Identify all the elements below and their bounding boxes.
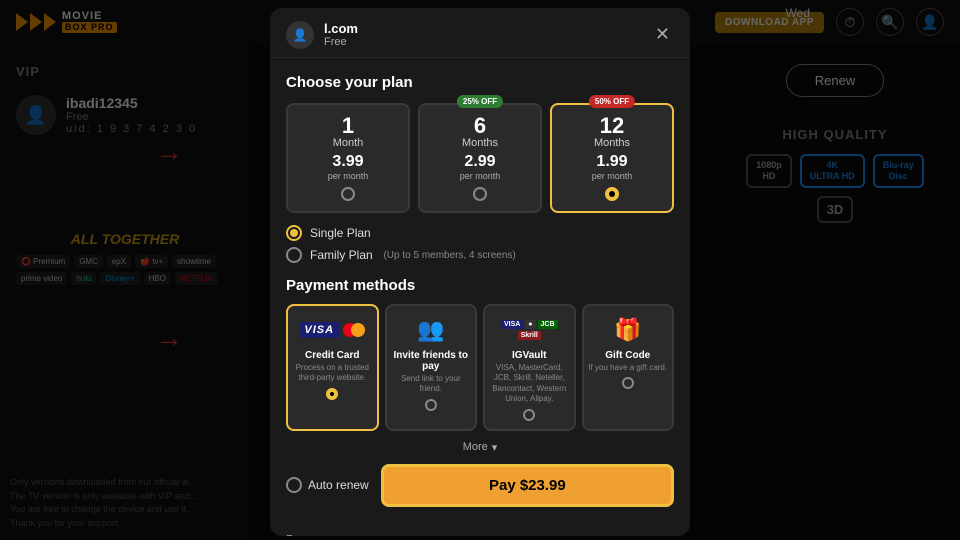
credit-card-desc: Process on a trusted third-party website… <box>292 363 373 384</box>
plan-1-number: 1 <box>294 115 402 137</box>
plan-1-price: 3.99 <box>294 153 402 171</box>
plan-1-unit: Month <box>294 137 402 149</box>
single-plan-option[interactable]: Single Plan <box>286 225 674 241</box>
mastercard-logo <box>343 323 365 337</box>
credit-card-icon: VISA <box>292 314 373 346</box>
gift-code-icon: 🎁 <box>588 314 669 346</box>
more-button[interactable]: More ▾ <box>286 441 674 454</box>
plan-3-number: 12 <box>558 115 666 137</box>
more-chevron-icon: ▾ <box>492 441 498 454</box>
payment-igvault[interactable]: VISA ● JCB Skrill IGVault VISA, MasterCa… <box>483 304 576 431</box>
plan-card-12months[interactable]: 50% OFF 12 Months 1.99 per month <box>550 103 674 213</box>
invite-friends-icon: 👥 <box>391 314 472 346</box>
bottom-actions: Auto renew Pay $23.99 <box>286 464 674 507</box>
plan-2-unit: Months <box>426 137 534 149</box>
prompt-title: Prompt: <box>286 533 674 536</box>
plan-3-price: 1.99 <box>558 153 666 171</box>
plan-3-unit: Months <box>558 137 666 149</box>
more-label: More <box>463 441 488 453</box>
visa-logo: VISA <box>299 322 339 338</box>
modal-favicon: 👤 <box>286 21 314 49</box>
payment-gift-code[interactable]: 🎁 Gift Code If you have a gift card. <box>582 304 675 431</box>
invite-friends-name: Invite friends to pay <box>391 350 472 372</box>
payment-credit-card[interactable]: VISA Credit Card Process on a trusted th… <box>286 304 379 431</box>
plan-2-price: 2.99 <box>426 153 534 171</box>
plan-2-number: 6 <box>426 115 534 137</box>
modal-overlay: 👤 l.com Free ✕ Choose your plan 1 Month … <box>0 0 960 540</box>
modal-site-status: Free <box>324 36 358 48</box>
modal-header: 👤 l.com Free ✕ <box>270 8 690 58</box>
gift-code-name: Gift Code <box>588 350 669 361</box>
prompt-section: Prompt: All payments are processed by a … <box>270 533 690 536</box>
plan-3-per: per month <box>558 171 666 181</box>
friend-emoji: 👥 <box>417 317 444 343</box>
credit-card-radio <box>326 388 338 400</box>
gift-code-radio <box>622 377 634 389</box>
igvault-radio <box>523 409 535 421</box>
plan-2-radio <box>473 187 487 201</box>
family-plan-sub: (Up to 5 members, 4 screens) <box>381 250 516 261</box>
plan-cards: 1 Month 3.99 per month 25% OFF 6 Months … <box>286 103 674 213</box>
gift-code-desc: If you have a gift card. <box>588 363 669 373</box>
single-plan-radio <box>286 225 302 241</box>
ig-visa: VISA <box>501 320 523 329</box>
ig-jcb: JCB <box>538 320 558 329</box>
plan-2-per: per month <box>426 171 534 181</box>
family-plan-label: Family Plan <box>310 248 373 262</box>
single-plan-label: Single Plan <box>310 226 371 240</box>
family-plan-option[interactable]: Family Plan (Up to 5 members, 4 screens) <box>286 247 674 263</box>
modal-site-info: 👤 l.com Free <box>286 21 358 49</box>
invite-friends-desc: Send link to your friend. <box>391 374 472 395</box>
plan-1-per: per month <box>294 171 402 181</box>
modal-site-text: l.com Free <box>324 21 358 48</box>
auto-renew-option[interactable]: Auto renew <box>286 477 369 493</box>
modal-close-button[interactable]: ✕ <box>651 20 674 49</box>
plan-card-1month[interactable]: 1 Month 3.99 per month <box>286 103 410 213</box>
ig-skrill: Skrill <box>518 331 541 340</box>
invite-friends-radio <box>425 399 437 411</box>
plan-1-radio <box>341 187 355 201</box>
igvault-logos: VISA ● JCB Skrill <box>489 320 570 340</box>
choose-plan-title: Choose your plan <box>286 74 674 91</box>
ig-mc: ● <box>525 320 535 329</box>
plan-card-6months[interactable]: 25% OFF 6 Months 2.99 per month <box>418 103 542 213</box>
gift-emoji: 🎁 <box>614 317 641 343</box>
plan-3-badge: 50% OFF <box>589 95 635 108</box>
modal-body: Choose your plan 1 Month 3.99 per month … <box>270 58 690 533</box>
mc-right <box>351 323 365 337</box>
modal-site-name: l.com <box>324 21 358 36</box>
igvault-desc: VISA, MasterCard, JCB, Skrill, Neteller,… <box>489 363 570 405</box>
auto-renew-radio <box>286 477 302 493</box>
plan-2-badge: 25% OFF <box>457 95 503 108</box>
plan-3-radio <box>605 187 619 201</box>
modal-dialog: 👤 l.com Free ✕ Choose your plan 1 Month … <box>270 8 690 536</box>
pay-button[interactable]: Pay $23.99 <box>381 464 674 507</box>
plan-type-selection: Single Plan Family Plan (Up to 5 members… <box>286 225 674 263</box>
payment-title: Payment methods <box>286 277 674 294</box>
payment-methods: VISA Credit Card Process on a trusted th… <box>286 304 674 431</box>
auto-renew-label: Auto renew <box>308 478 369 492</box>
igvault-icon: VISA ● JCB Skrill <box>489 314 570 346</box>
family-plan-radio <box>286 247 302 263</box>
igvault-name: IGVault <box>489 350 570 361</box>
payment-invite-friends[interactable]: 👥 Invite friends to pay Send link to you… <box>385 304 478 431</box>
credit-card-name: Credit Card <box>292 350 373 361</box>
